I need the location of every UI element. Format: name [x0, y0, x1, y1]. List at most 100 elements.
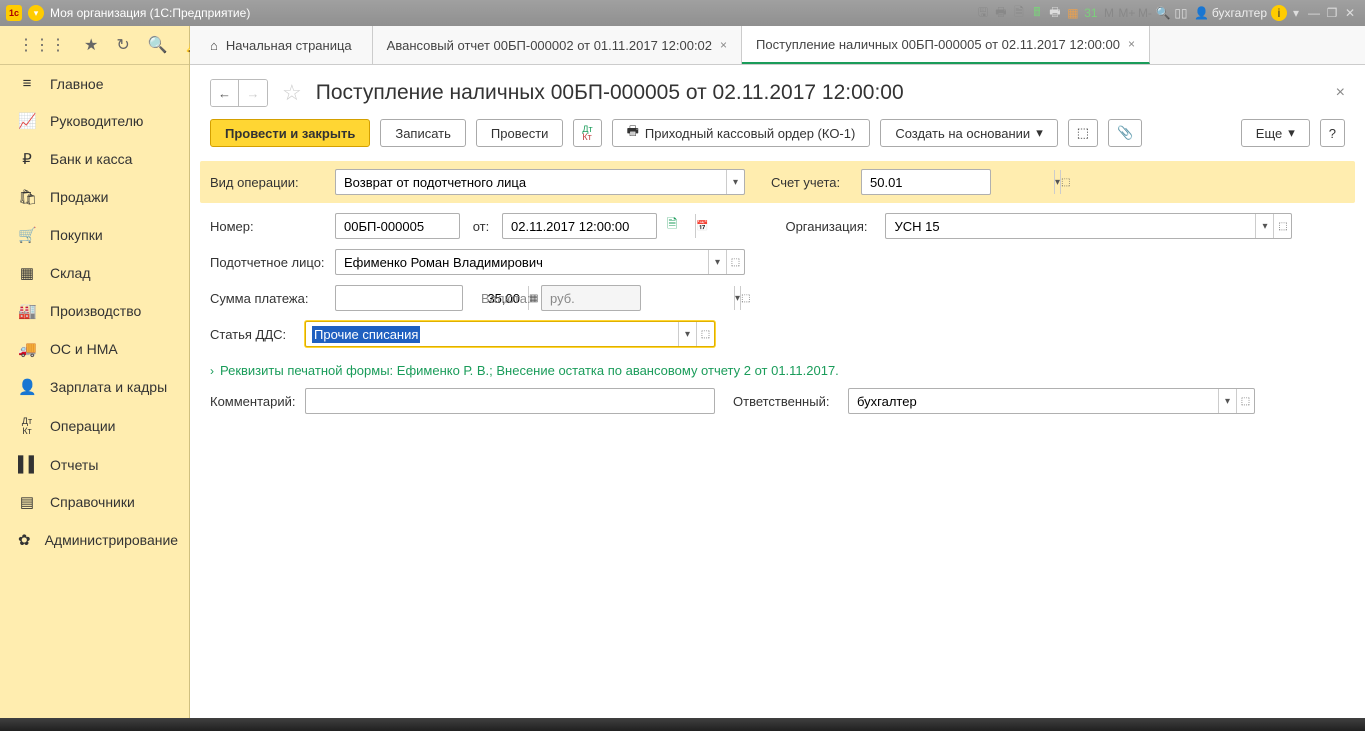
org-label: Организация: [785, 219, 875, 234]
print-ko1-button[interactable]: 🖶 Приходный кассовый ордер (КО-1) [612, 119, 871, 147]
preview-icon[interactable]: 🗎 [1010, 4, 1028, 22]
memory-mplus-icon[interactable]: М+ [1118, 4, 1136, 22]
app-logo-icon: 1c [6, 5, 22, 21]
create-based-button[interactable]: Создать на основании ▾ [880, 119, 1057, 147]
search-icon[interactable]: 🔍 [148, 35, 168, 55]
memory-mminus-icon[interactable]: М- [1136, 4, 1154, 22]
dropdown-icon[interactable]: ▾ [1255, 214, 1273, 238]
number-label: Номер: [210, 219, 325, 234]
dropdown-icon[interactable]: ▾ [708, 250, 726, 274]
dropdown-icon[interactable]: ▾ [1218, 389, 1236, 413]
account-field[interactable]: ▾ ⬚ [861, 169, 991, 195]
nav-reports[interactable]: ▌▌Отчеты [0, 446, 189, 483]
person-input[interactable] [336, 250, 708, 274]
user-badge[interactable]: 👤бухгалтер [1190, 6, 1271, 20]
maximize-icon[interactable]: ❐ [1323, 4, 1341, 22]
nav-manager[interactable]: 📈Руководителю [0, 102, 189, 140]
nav-sales[interactable]: 🛍Продажи [0, 178, 189, 216]
apps-icon[interactable]: ⋮⋮⋮ [18, 35, 66, 55]
dtkt-button[interactable]: ДтКт [573, 119, 601, 147]
open-icon[interactable]: ⬚ [1060, 170, 1070, 194]
memory-m-icon[interactable]: М [1100, 4, 1118, 22]
nav-main[interactable]: ≡Главное [0, 65, 189, 102]
open-icon[interactable]: ⬚ [696, 322, 714, 346]
page-close-icon[interactable]: × [1336, 84, 1345, 102]
open-icon[interactable]: ⬚ [1273, 214, 1291, 238]
nav-main-icon: ≡ [18, 75, 36, 92]
print-details-link[interactable]: › Реквизиты печатной формы: Ефименко Р. … [210, 357, 1345, 388]
org-input[interactable] [886, 214, 1255, 238]
history-icon[interactable]: ↻ [116, 35, 129, 55]
nav-bank-icon: ₽ [18, 150, 36, 168]
attachments-button[interactable]: 📎 [1108, 119, 1142, 147]
calc-icon[interactable]: 🖩 [1028, 4, 1046, 22]
back-button[interactable]: ← [211, 80, 239, 106]
post-and-close-button[interactable]: Провести и закрыть [210, 119, 370, 147]
nav-production[interactable]: 🏭Производство [0, 292, 189, 330]
responsible-field[interactable]: ▾ ⬚ [848, 388, 1255, 414]
nav-warehouse[interactable]: ▦Склад [0, 254, 189, 292]
close-window-icon[interactable]: ✕ [1341, 4, 1359, 22]
tab-cash-income-label: Поступление наличных 00БП-000005 от 02.1… [756, 37, 1120, 52]
more-button[interactable]: Еще ▾ [1241, 119, 1310, 147]
open-icon[interactable]: ⬚ [1236, 389, 1254, 413]
zoom-icon[interactable]: 🔍 [1154, 4, 1172, 22]
tab-home[interactable]: ⌂ Начальная страница [190, 26, 373, 64]
star-icon[interactable]: ★ [84, 35, 98, 55]
print2-icon[interactable]: 🖶 [1046, 4, 1064, 22]
tab-close-icon[interactable]: × [720, 38, 727, 52]
post-button[interactable]: Провести [476, 119, 564, 147]
operation-type-input[interactable] [336, 170, 726, 194]
print-icon[interactable]: 🖶 [992, 4, 1010, 22]
sidebar: ⋮⋮⋮ ★ ↻ 🔍 🔔 ≡Главное 📈Руководителю ₽Банк… [0, 26, 190, 718]
nav-assets-icon: 🚚 [18, 340, 36, 358]
org-field[interactable]: ▾ ⬚ [885, 213, 1292, 239]
nav-operations[interactable]: ДтКтОперации [0, 406, 189, 446]
calendar2-icon[interactable]: 31 [1082, 4, 1100, 22]
minimize-icon[interactable]: — [1305, 4, 1323, 22]
person-field[interactable]: ▾ ⬚ [335, 249, 745, 275]
save-file-icon[interactable]: 🖫 [974, 4, 992, 22]
account-input[interactable] [862, 170, 1054, 194]
open-icon: ⬚ [740, 286, 750, 310]
info-icon[interactable]: i [1271, 5, 1287, 21]
help-button[interactable]: ? [1320, 119, 1345, 147]
dropdown-icon[interactable]: ▾ [678, 322, 696, 346]
number-field[interactable] [335, 213, 460, 239]
calendar-icon[interactable]: 📅 [695, 214, 708, 238]
nav-catalogs[interactable]: ▤Справочники [0, 483, 189, 521]
comment-field[interactable] [305, 388, 715, 414]
currency-label: Валюта: [481, 291, 531, 306]
tab-close-icon[interactable]: × [1128, 37, 1135, 51]
dropdown-circle-icon[interactable]: ▾ [28, 5, 44, 21]
nav-assets[interactable]: 🚚ОС и НМА [0, 330, 189, 368]
panels-icon[interactable]: ▯▯ [1172, 4, 1190, 22]
new-doc-icon[interactable]: 🗎 [667, 215, 677, 237]
nav-purchases[interactable]: 🛒Покупки [0, 216, 189, 254]
nav-bank[interactable]: ₽Банк и касса [0, 140, 189, 178]
dds-value[interactable]: Прочие списания [312, 326, 420, 343]
operation-type-field[interactable]: ▾ [335, 169, 745, 195]
calendar1-icon[interactable]: ▦ [1064, 4, 1082, 22]
responsible-input[interactable] [849, 389, 1218, 413]
chevron-right-icon: › [210, 364, 214, 378]
dropdown-icon[interactable]: ▾ [726, 170, 744, 194]
date-field[interactable]: 📅 [502, 213, 657, 239]
dds-field[interactable]: Прочие списания ▾ ⬚ [305, 321, 715, 347]
print-ko1-label: Приходный кассовый ордер (КО-1) [645, 126, 855, 141]
number-input[interactable] [336, 214, 528, 238]
sum-field[interactable]: ▦ [335, 285, 463, 311]
favorite-star-icon[interactable]: ☆ [282, 80, 302, 106]
sum-label: Сумма платежа: [210, 291, 325, 306]
comment-input[interactable] [306, 389, 714, 413]
forward-button[interactable]: → [239, 80, 267, 106]
save-button[interactable]: Записать [380, 119, 466, 147]
related-docs-button[interactable]: ⬚ [1068, 119, 1098, 147]
open-icon[interactable]: ⬚ [726, 250, 744, 274]
nav-hr[interactable]: 👤Зарплата и кадры [0, 368, 189, 406]
info-dropdown-icon[interactable]: ▾ [1287, 4, 1305, 22]
responsible-label: Ответственный: [733, 394, 838, 409]
nav-admin[interactable]: ✿Администрирование [0, 521, 189, 559]
tab-cash-income[interactable]: Поступление наличных 00БП-000005 от 02.1… [742, 26, 1150, 64]
tab-advance-report[interactable]: Авансовый отчет 00БП-000002 от 01.11.201… [373, 26, 742, 64]
